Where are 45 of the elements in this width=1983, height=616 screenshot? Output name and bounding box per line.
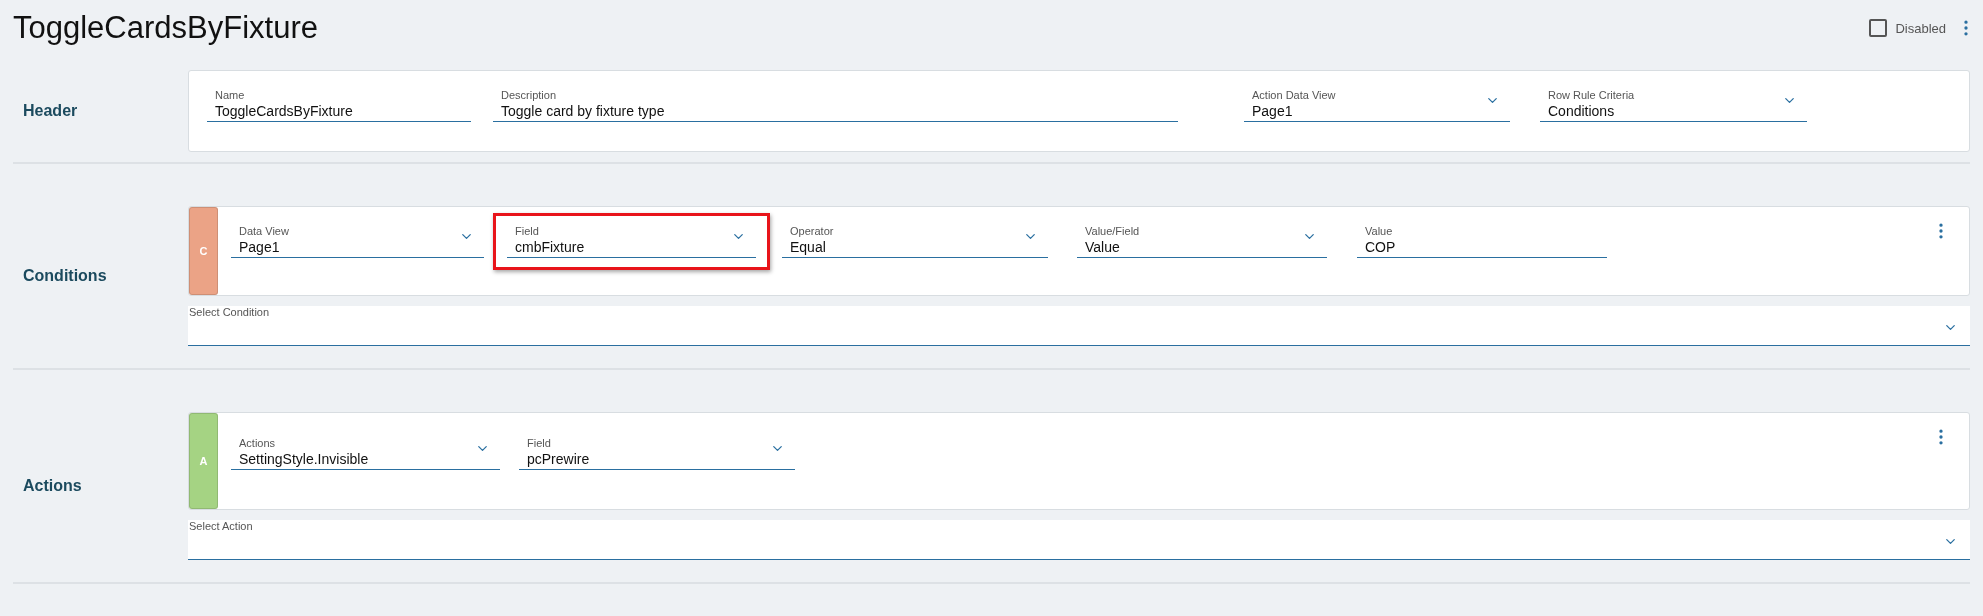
field-label: Action Data View — [1252, 89, 1336, 101]
field-label: Value/Field — [1085, 225, 1140, 237]
field-label: Field — [527, 437, 551, 449]
field-label: Value — [1365, 225, 1393, 237]
field-value: COP — [1365, 239, 1396, 255]
field-value: Equal — [790, 239, 826, 255]
field-label: Actions — [239, 437, 276, 449]
select-label: Select Action — [189, 520, 253, 532]
section-title: Actions — [22, 477, 83, 495]
field-label: Operator — [790, 225, 834, 237]
select-label: Select Condition — [189, 306, 270, 318]
dropdown-field[interactable]: Data View Page1 — [231, 225, 484, 258]
rule-badge: C — [189, 207, 218, 295]
dropdown-field[interactable]: Field pcPrewire — [519, 437, 795, 470]
checkbox-label: Disabled — [1895, 20, 1946, 36]
field-label: Field — [515, 225, 539, 237]
field-value: Value — [1085, 239, 1120, 255]
select-dropdown[interactable]: Select Condition — [188, 306, 1970, 346]
dropdown-field[interactable]: Field cmbFixture — [507, 225, 756, 258]
field-value: Page1 — [1252, 103, 1293, 119]
field-label: Name — [215, 89, 245, 101]
input-field[interactable]: Value COP — [1357, 225, 1607, 258]
rule-badge: A — [189, 413, 218, 509]
field-value: Toggle card by fixture type — [501, 103, 665, 119]
field-label: Row Rule Criteria — [1548, 89, 1635, 101]
field-value: pcPrewire — [527, 451, 590, 467]
field-value: cmbFixture — [515, 239, 585, 255]
field-value: Conditions — [1548, 103, 1615, 119]
input-field[interactable]: Description Toggle card by fixture type — [493, 89, 1178, 122]
dropdown-field[interactable]: Actions SettingStyle.Invisible — [231, 437, 500, 470]
field-value: Page1 — [239, 239, 280, 255]
dropdown-field[interactable]: Operator Equal — [782, 225, 1048, 258]
section-title: Header — [22, 102, 79, 120]
select-dropdown[interactable]: Select Action — [188, 520, 1970, 560]
checkbox[interactable] — [1869, 19, 1888, 37]
field-label: Data View — [239, 225, 289, 237]
input-field[interactable]: Name ToggleCardsByFixture — [207, 89, 471, 122]
field-value: SettingStyle.Invisible — [239, 451, 369, 467]
page-title: ToggleCardsByFixture — [13, 10, 318, 46]
dropdown-field[interactable]: Action Data View Page1 — [1244, 89, 1510, 122]
dropdown-field[interactable]: Row Rule Criteria Conditions — [1540, 89, 1807, 122]
dropdown-field[interactable]: Value/Field Value — [1077, 225, 1327, 258]
field-value: ToggleCardsByFixture — [215, 103, 353, 119]
section-title: Conditions — [22, 267, 108, 285]
field-label: Description — [501, 89, 557, 101]
